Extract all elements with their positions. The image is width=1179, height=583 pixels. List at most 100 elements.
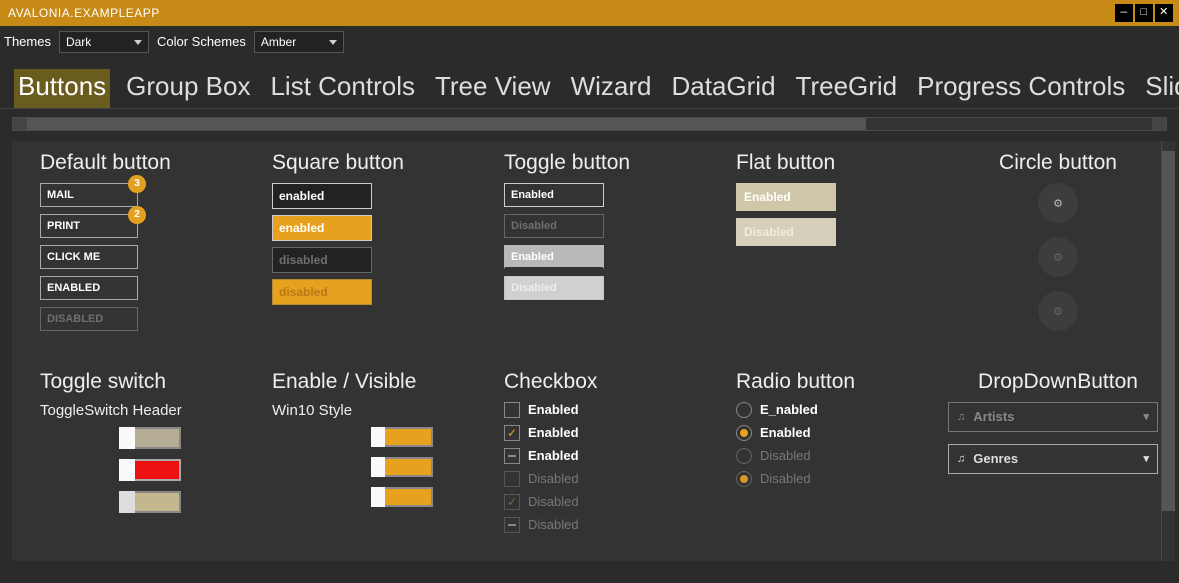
win10-switch-2[interactable] (371, 457, 433, 477)
vscroll-thumb[interactable] (1162, 151, 1175, 511)
default-button-disabled: DISABLED (40, 307, 138, 331)
toggle-switch-header: ToggleSwitch Header (40, 402, 260, 419)
tab-group-box[interactable]: Group Box (122, 69, 254, 108)
tab-datagrid[interactable]: DataGrid (667, 69, 779, 108)
toggle-switch-3[interactable] (119, 491, 181, 513)
badge: 3 (128, 175, 146, 193)
tab-treegrid[interactable]: TreeGrid (792, 69, 902, 108)
hscroll-right-arrow[interactable] (1152, 118, 1166, 130)
checkbox-disabled-off: Disabled (504, 471, 724, 487)
radio-circle (736, 448, 752, 464)
checkbox-enabled-off[interactable]: Enabled (504, 402, 724, 418)
tab-sliders[interactable]: Sliders (1141, 69, 1179, 108)
checkbox-disabled-ind: Disabled (504, 517, 724, 533)
circle-button-3[interactable]: ⚙ (1038, 291, 1078, 331)
music-icon: ♫ (957, 411, 965, 423)
tab-buttons[interactable]: Buttons (14, 69, 110, 108)
square-button-enabled-2[interactable]: enabled (272, 215, 372, 241)
radio-label: Disabled (760, 448, 811, 463)
toggle-button-enabled-off[interactable]: Enabled (504, 183, 604, 207)
square-button-enabled-1[interactable]: enabled (272, 183, 372, 209)
section-square-button: Square button enabled enabled disabled d… (272, 151, 492, 352)
vertical-scrollbar[interactable] (1161, 141, 1175, 561)
enable-visible-sub: Win10 Style (272, 402, 492, 419)
section-title: Checkbox (504, 370, 724, 394)
gear-icon: ⚙ (1053, 197, 1063, 210)
checkbox-disabled-on: Disabled (504, 494, 724, 510)
section-toggle-switch: Toggle switch ToggleSwitch Header (40, 370, 260, 554)
section-radio: Radio button E_nabled Enabled Disabled D… (736, 370, 936, 554)
themes-select[interactable]: Dark (59, 31, 149, 53)
tab-list-controls[interactable]: List Controls (266, 69, 419, 108)
minimize-button[interactable]: — (1115, 4, 1133, 22)
radio-label: Enabled (760, 425, 811, 440)
checkbox-enabled-ind[interactable]: Enabled (504, 448, 724, 464)
checkbox-label: Enabled (528, 402, 579, 417)
checkbox-box (504, 517, 520, 533)
themes-label: Themes (4, 34, 51, 49)
default-button-print[interactable]: PRINT 2 (40, 214, 138, 238)
checkbox-box (504, 494, 520, 510)
section-title: Square button (272, 151, 492, 175)
flat-button-enabled[interactable]: Enabled (736, 183, 836, 211)
checkbox-box (504, 471, 520, 487)
hscroll-left-arrow[interactable] (13, 118, 27, 130)
section-checkbox: Checkbox Enabled Enabled Enabled Disable… (504, 370, 724, 554)
switch-knob (119, 459, 135, 481)
schemes-value: Amber (261, 35, 296, 49)
dropdown-artists[interactable]: ♫ Artists ▾ (948, 402, 1158, 432)
tab-wizard[interactable]: Wizard (567, 69, 656, 108)
square-button-disabled-1: disabled (272, 247, 372, 273)
switch-knob (119, 427, 135, 449)
tab-tree-view[interactable]: Tree View (431, 69, 555, 108)
hscroll-thumb[interactable] (27, 118, 866, 130)
section-enable-visible: Enable / Visible Win10 Style (272, 370, 492, 554)
music-icon: ♫ (957, 453, 965, 465)
close-button[interactable]: ✕ (1155, 4, 1173, 22)
circle-button-2[interactable]: ⚙ (1038, 237, 1078, 277)
gear-icon: ⚙ (1053, 305, 1063, 318)
radio-label: E_nabled (760, 402, 818, 417)
button-label: CLICK ME (47, 251, 100, 263)
dropdown-genres[interactable]: ♫ Genres ▾ (948, 444, 1158, 474)
themes-value: Dark (66, 35, 91, 49)
section-title: Enable / Visible (272, 370, 492, 394)
toggle-switch-2[interactable] (119, 459, 181, 481)
toggle-button-enabled-on[interactable]: Enabled (504, 245, 604, 269)
section-title: DropDownButton (948, 370, 1168, 394)
checkbox-enabled-on[interactable]: Enabled (504, 425, 724, 441)
toggle-button-disabled-off: Disabled (504, 214, 604, 238)
checkbox-box (504, 448, 520, 464)
default-button-mail[interactable]: MAIL 3 (40, 183, 138, 207)
win10-switch-1[interactable] (371, 427, 433, 447)
section-title: Flat button (736, 151, 936, 175)
radio-enabled-on[interactable]: Enabled (736, 425, 936, 441)
flat-button-disabled: Disabled (736, 218, 836, 246)
titlebar: AVALONIA.EXAMPLEAPP — □ ✕ (0, 0, 1179, 26)
switch-knob (371, 427, 385, 447)
tab-progress-controls[interactable]: Progress Controls (913, 69, 1129, 108)
default-button-clickme[interactable]: CLICK ME (40, 245, 138, 269)
radio-enabled-off[interactable]: E_nabled (736, 402, 936, 418)
section-title: Toggle button (504, 151, 724, 175)
toggle-switch-1[interactable] (119, 427, 181, 449)
section-title: Default button (40, 151, 260, 175)
maximize-button[interactable]: □ (1135, 4, 1153, 22)
button-label: DISABLED (47, 313, 103, 325)
checkbox-box (504, 402, 520, 418)
horizontal-scrollbar[interactable] (12, 117, 1167, 131)
checkbox-box (504, 425, 520, 441)
win10-switch-3[interactable] (371, 487, 433, 507)
checkbox-label: Disabled (528, 494, 579, 509)
radio-circle (736, 402, 752, 418)
default-button-enabled[interactable]: ENABLED (40, 276, 138, 300)
section-circle-button: Circle button ⚙ ⚙ ⚙ (948, 151, 1168, 352)
schemes-select[interactable]: Amber (254, 31, 344, 53)
square-button-disabled-2: disabled (272, 279, 372, 305)
section-flat-button: Flat button Enabled Disabled (736, 151, 936, 352)
button-label: PRINT (47, 220, 80, 232)
checkbox-label: Enabled (528, 425, 579, 440)
section-default-button: Default button MAIL 3 PRINT 2 CLICK ME E… (40, 151, 260, 352)
circle-button-1[interactable]: ⚙ (1038, 183, 1078, 223)
toggle-button-disabled-on: Disabled (504, 276, 604, 300)
